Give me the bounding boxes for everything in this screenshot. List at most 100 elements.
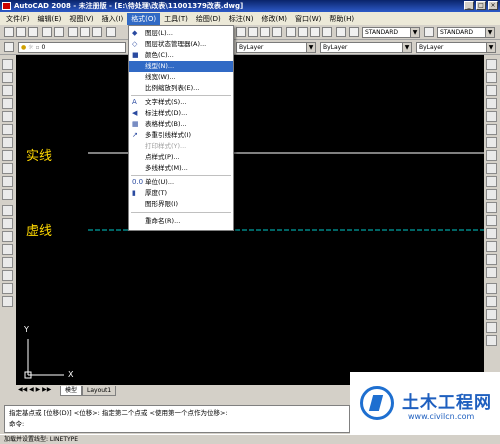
ellipse-icon[interactable] xyxy=(2,176,13,187)
snap-center-icon[interactable] xyxy=(486,335,497,346)
menu-item-units[interactable]: 0.0 单位(U)... xyxy=(129,177,233,188)
menu-file[interactable]: 文件(F) xyxy=(2,13,34,25)
command-window[interactable]: 指定基点或 [位移(D)] <位移>: 指定第二个点或 <使用第一个点作为位移>… xyxy=(4,405,350,433)
line-icon[interactable] xyxy=(2,59,13,70)
menu-item-text-style[interactable]: A 文字样式(S)... xyxy=(129,97,233,108)
scale-icon[interactable] xyxy=(486,150,497,161)
zoom-previous-icon[interactable] xyxy=(272,27,282,37)
menu-modify[interactable]: 修改(M) xyxy=(257,13,291,25)
command-prompt[interactable]: 命令: xyxy=(9,419,345,430)
gradient-icon[interactable] xyxy=(2,257,13,268)
hatch-icon[interactable] xyxy=(2,244,13,255)
layer-manager-icon[interactable] xyxy=(4,42,14,52)
offset-icon[interactable] xyxy=(486,98,497,109)
insert-block-icon[interactable] xyxy=(2,205,13,216)
menu-item-linetype[interactable]: 线型(N)... xyxy=(129,61,233,72)
menu-item-mleader-style[interactable]: ↗ 多重引线样式(I) xyxy=(129,130,233,141)
save-icon[interactable] xyxy=(28,27,38,37)
make-block-icon[interactable] xyxy=(2,218,13,229)
color-combo[interactable]: ByLayer ▼ xyxy=(236,42,316,53)
break-icon[interactable] xyxy=(486,215,497,226)
tab-model[interactable]: 模型 xyxy=(60,386,83,396)
menu-item-limits[interactable]: 图形界限(I) xyxy=(129,199,233,210)
copy-icon[interactable] xyxy=(80,27,90,37)
polygon-icon[interactable] xyxy=(2,98,13,109)
rectangle-icon[interactable] xyxy=(2,111,13,122)
snap-midpoint-icon[interactable] xyxy=(486,309,497,320)
design-center-icon[interactable] xyxy=(298,27,308,37)
array-icon[interactable] xyxy=(486,111,497,122)
paste-icon[interactable] xyxy=(92,27,102,37)
table-icon[interactable] xyxy=(2,283,13,294)
menu-item-layer[interactable]: ◆ 图层(L)... xyxy=(129,28,233,39)
menu-item-table-style[interactable]: ▦ 表格样式(B)... xyxy=(129,119,233,130)
maximize-button[interactable]: □ xyxy=(476,1,486,10)
mtext-icon[interactable] xyxy=(2,296,13,307)
menu-item-color[interactable]: ■ 颜色(C)... xyxy=(129,50,233,61)
print-icon[interactable] xyxy=(42,27,52,37)
drawing-canvas[interactable]: 实线 虚线 Y X xyxy=(16,55,484,385)
cut-icon[interactable] xyxy=(68,27,78,37)
circle-icon[interactable] xyxy=(2,137,13,148)
polyline-icon[interactable] xyxy=(2,85,13,96)
fillet-icon[interactable] xyxy=(486,254,497,265)
erase-icon[interactable] xyxy=(486,59,497,70)
zoom-window-icon[interactable] xyxy=(260,27,270,37)
snap-endpoint-icon[interactable] xyxy=(486,296,497,307)
close-button[interactable]: × xyxy=(488,1,498,10)
ellipse-arc-icon[interactable] xyxy=(2,189,13,200)
open-file-icon[interactable] xyxy=(16,27,26,37)
menu-insert[interactable]: 插入(I) xyxy=(98,13,128,25)
new-file-icon[interactable] xyxy=(4,27,14,37)
menu-item-layer-state[interactable]: ◇ 图层状态管理器(A)... xyxy=(129,39,233,50)
menu-item-mline-style[interactable]: 多线样式(M)... xyxy=(129,163,233,174)
help-icon[interactable] xyxy=(336,27,346,37)
snap-intersection-icon[interactable] xyxy=(486,322,497,333)
autocad-app-icon[interactable] xyxy=(2,2,11,10)
menu-draw[interactable]: 绘图(D) xyxy=(192,13,225,25)
stretch-icon[interactable] xyxy=(486,163,497,174)
construction-line-icon[interactable] xyxy=(2,72,13,83)
region-icon[interactable] xyxy=(2,270,13,281)
menu-item-point-style[interactable]: 点样式(P)... xyxy=(129,152,233,163)
join-icon[interactable] xyxy=(486,228,497,239)
menu-view[interactable]: 视图(V) xyxy=(65,13,97,25)
tab-layout1[interactable]: Layout1 xyxy=(82,386,117,396)
lineweight-combo[interactable]: ByLayer ▼ xyxy=(416,42,496,53)
spline-icon[interactable] xyxy=(2,163,13,174)
chamfer-icon[interactable] xyxy=(486,241,497,252)
dim-style-tb-icon[interactable] xyxy=(424,27,434,37)
menu-dimension[interactable]: 标注(N) xyxy=(225,13,258,25)
tool-palettes-icon[interactable] xyxy=(310,27,320,37)
break-at-point-icon[interactable] xyxy=(486,202,497,213)
mirror-icon[interactable] xyxy=(486,85,497,96)
tab-nav-arrows[interactable]: ◀◀ ◀ ▶ ▶▶ xyxy=(18,386,51,393)
menu-window[interactable]: 窗口(W) xyxy=(291,13,325,25)
menu-tools[interactable]: 工具(T) xyxy=(160,13,192,25)
menu-item-scale-list[interactable]: 比例缩放列表(E)... xyxy=(129,83,233,94)
trim-icon[interactable] xyxy=(486,176,497,187)
properties-icon[interactable] xyxy=(286,27,296,37)
text-style-tb-icon[interactable] xyxy=(349,27,359,37)
text-style-combo[interactable]: STANDARD ▼ xyxy=(362,27,420,38)
menu-help[interactable]: 帮助(H) xyxy=(325,13,358,25)
menu-item-thickness[interactable]: ▮ 厚度(T) xyxy=(129,188,233,199)
revision-cloud-icon[interactable] xyxy=(2,150,13,161)
menu-item-lineweight[interactable]: 线宽(W)... xyxy=(129,72,233,83)
move-icon[interactable] xyxy=(486,124,497,135)
rotate-icon[interactable] xyxy=(486,137,497,148)
layer-combo[interactable]: ● ☼ ▫ 0 xyxy=(18,42,126,53)
preview-icon[interactable] xyxy=(54,27,64,37)
linetype-combo[interactable]: ByLayer ▼ xyxy=(320,42,412,53)
object-snap-icon[interactable] xyxy=(486,283,497,294)
menu-edit[interactable]: 编辑(E) xyxy=(34,13,66,25)
menu-item-rename[interactable]: 重命名(R)... xyxy=(129,216,233,227)
copy-object-icon[interactable] xyxy=(486,72,497,83)
explode-icon[interactable] xyxy=(486,267,497,278)
arc-icon[interactable] xyxy=(2,124,13,135)
menu-item-dim-style[interactable]: ◀ 标注样式(D)... xyxy=(129,108,233,119)
sheet-set-icon[interactable] xyxy=(322,27,332,37)
zoom-realtime-icon[interactable] xyxy=(248,27,258,37)
menu-format[interactable]: 格式(O) xyxy=(127,12,161,25)
extend-icon[interactable] xyxy=(486,189,497,200)
